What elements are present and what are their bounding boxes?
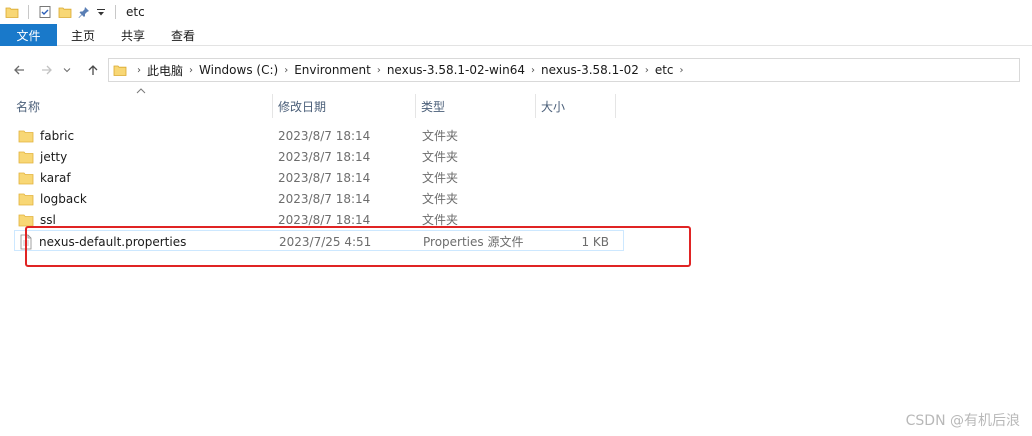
- file-name: jetty: [40, 149, 68, 164]
- breadcrumb-environment[interactable]: Environment: [294, 59, 371, 81]
- column-size[interactable]: 大小: [535, 94, 615, 118]
- modified-cell: 2023/8/7 18:14: [278, 191, 371, 206]
- modified-cell: 2023/8/7 18:14: [278, 170, 371, 185]
- toolbar-divider: [115, 5, 116, 19]
- new-folder-icon[interactable]: [55, 0, 75, 24]
- folder-icon: [18, 130, 34, 142]
- address-bar[interactable]: › 此电脑 › Windows (C:) › Environment › nex…: [108, 58, 1020, 82]
- recent-locations-chevron-icon[interactable]: [60, 59, 74, 81]
- toolbar-divider: [28, 5, 29, 19]
- tab-view[interactable]: 查看: [158, 24, 208, 46]
- breadcrumb-separator-icon[interactable]: ›: [674, 59, 690, 81]
- name-cell: karaf: [18, 167, 71, 188]
- modified-cell: 2023/8/7 18:14: [278, 128, 371, 143]
- pin-icon[interactable]: [75, 0, 93, 24]
- tab-home[interactable]: 主页: [57, 24, 108, 46]
- name-cell: fabric: [18, 125, 74, 146]
- column-name[interactable]: 名称: [10, 94, 272, 118]
- list-item[interactable]: karaf 2023/8/7 18:14 文件夹: [14, 167, 624, 188]
- breadcrumb-separator-icon[interactable]: ›: [525, 59, 541, 81]
- breadcrumb-separator-icon[interactable]: ›: [131, 59, 147, 81]
- type-cell: 文件夹: [422, 150, 459, 164]
- customize-toolbar-chevron-icon[interactable]: [93, 0, 109, 24]
- breadcrumb-nexus[interactable]: nexus-3.58.1-02: [541, 59, 639, 81]
- breadcrumb-separator-icon[interactable]: ›: [371, 59, 387, 81]
- file-name: fabric: [40, 128, 75, 143]
- list-item[interactable]: fabric 2023/8/7 18:14 文件夹: [14, 125, 624, 146]
- breadcrumb-windows-c[interactable]: Windows (C:): [199, 59, 278, 81]
- folder-icon: [18, 172, 34, 184]
- quick-access-toolbar: [0, 0, 122, 24]
- back-arrow-icon[interactable]: [8, 59, 30, 81]
- folder-icon: [2, 0, 22, 24]
- breadcrumb-separator-icon[interactable]: ›: [639, 59, 655, 81]
- type-cell: 文件夹: [422, 192, 459, 206]
- highlight-annotation-box: [25, 226, 691, 267]
- watermark: CSDN @有机后浪: [905, 413, 1020, 429]
- breadcrumb-separator-icon[interactable]: ›: [278, 59, 294, 81]
- column-divider[interactable]: [615, 94, 616, 118]
- file-name: karaf: [40, 170, 71, 185]
- navigation-bar: › 此电脑 › Windows (C:) › Environment › nex…: [0, 50, 1032, 90]
- type-cell: 文件夹: [422, 129, 459, 143]
- size-cell: [544, 125, 608, 146]
- list-item[interactable]: jetty 2023/8/7 18:14 文件夹: [14, 146, 624, 167]
- forward-arrow-icon[interactable]: [36, 59, 58, 81]
- size-cell: [544, 167, 608, 188]
- size-cell: [544, 146, 608, 167]
- breadcrumb-separator-icon[interactable]: ›: [183, 59, 199, 81]
- breadcrumb-etc[interactable]: etc: [655, 59, 674, 81]
- name-cell: logback: [18, 188, 87, 209]
- breadcrumb-nexus-win64[interactable]: nexus-3.58.1-02-win64: [387, 59, 525, 81]
- modified-cell: 2023/8/7 18:14: [278, 149, 371, 164]
- title-bar: etc: [0, 0, 1032, 24]
- size-cell: [544, 188, 608, 209]
- ribbon-tabs: 文件 主页 共享 查看: [0, 24, 1032, 46]
- tab-file[interactable]: 文件: [0, 24, 57, 46]
- column-modified[interactable]: 修改日期: [272, 94, 415, 118]
- folder-icon: [18, 214, 34, 226]
- column-header: 名称 修改日期 类型 大小: [0, 88, 620, 118]
- breadcrumb-this-pc[interactable]: 此电脑: [147, 59, 183, 81]
- folder-icon: [18, 151, 34, 163]
- tab-share[interactable]: 共享: [108, 24, 158, 46]
- properties-icon[interactable]: [35, 0, 55, 24]
- file-name: logback: [40, 191, 87, 206]
- list-item[interactable]: logback 2023/8/7 18:14 文件夹: [14, 188, 624, 209]
- folder-icon: [18, 193, 34, 205]
- type-cell: 文件夹: [422, 171, 459, 185]
- name-cell: jetty: [18, 146, 67, 167]
- window-title: etc: [126, 5, 145, 19]
- folder-icon: [109, 59, 131, 81]
- column-type[interactable]: 类型: [415, 94, 535, 118]
- up-arrow-icon[interactable]: [82, 59, 104, 81]
- file-name: ssl: [40, 212, 56, 227]
